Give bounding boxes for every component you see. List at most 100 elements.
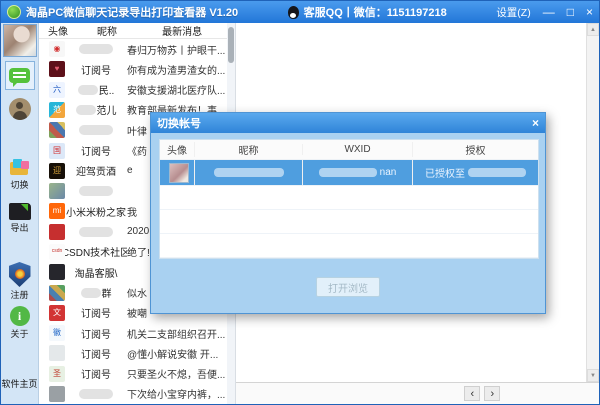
chat-avatar xyxy=(49,386,65,402)
col-auth: 授权 xyxy=(412,142,538,157)
user-avatar[interactable] xyxy=(3,24,37,57)
service-info: 客服QQ丨微信：1151197218 xyxy=(238,4,496,20)
about-info-icon: i xyxy=(10,306,30,326)
page-nav-bar: ‹ › xyxy=(236,382,599,404)
chat-nickname xyxy=(65,125,127,135)
next-page-button[interactable]: › xyxy=(484,386,500,401)
chat-nickname: 订阅号 xyxy=(65,326,127,341)
redacted-nickname xyxy=(79,389,113,399)
close-button[interactable]: × xyxy=(586,6,593,18)
sidebar: 切换 导出 注册 i 关于 软件主页 xyxy=(1,23,39,404)
service-contact-text: 客服QQ丨微信：1151197218 xyxy=(304,4,447,20)
list-item[interactable]: ◉ 春归万物苏丨护眼干... xyxy=(39,39,227,59)
settings-button[interactable]: 设置(Z) xyxy=(496,5,530,20)
redacted-nickname xyxy=(79,44,113,54)
chat-avatar: mi xyxy=(49,203,65,219)
redacted-nickname xyxy=(81,288,101,298)
list-item[interactable]: ♥订阅号你有成为渣男渣女的... xyxy=(39,59,227,79)
sidebar-item-register[interactable]: 注册 xyxy=(9,262,31,301)
qq-penguin-icon xyxy=(288,6,299,19)
list-item[interactable]: 徽订阅号机关二支部组织召开... xyxy=(39,323,227,343)
header-avatar: 头像 xyxy=(39,23,77,38)
maximize-button[interactable]: □ xyxy=(567,6,574,18)
chat-nickname xyxy=(65,186,127,196)
sidebar-item-label: 关于 xyxy=(10,327,28,340)
redacted-nickname xyxy=(76,105,96,115)
open-browse-button[interactable]: 打开浏览 xyxy=(316,277,380,297)
export-folder-icon xyxy=(9,203,31,220)
scrollbar-thumb[interactable] xyxy=(228,27,234,63)
titlebar: 淘晶PC微信聊天记录导出打印查看器 V1.20 客服QQ丨微信：11511972… xyxy=(1,1,599,23)
account-row-empty xyxy=(160,186,538,210)
chat-nickname: CSDN技术社区 xyxy=(65,244,127,259)
scroll-down-button[interactable]: ▼ xyxy=(587,369,599,382)
tab-chats[interactable] xyxy=(5,61,35,90)
app-logo-icon xyxy=(7,5,21,19)
chat-nickname: 订阅号 xyxy=(65,346,127,361)
chat-nickname xyxy=(65,44,127,54)
scroll-up-button[interactable]: ▲ xyxy=(587,23,599,36)
chat-avatar: 范 xyxy=(49,102,65,118)
sidebar-item-about[interactable]: i 关于 xyxy=(10,306,30,340)
switch-account-icon xyxy=(9,159,31,177)
software-home-link[interactable]: 软件主页 xyxy=(1,377,37,390)
chat-nickname: 民.. xyxy=(65,82,127,97)
list-item[interactable]: 下次给小宝穿内裤，... xyxy=(39,384,227,404)
chat-avatar xyxy=(49,183,65,199)
scrollbar-track[interactable] xyxy=(587,36,599,369)
content-scrollbar[interactable]: ▲ ▼ xyxy=(586,23,599,382)
tab-contacts[interactable] xyxy=(5,94,35,123)
chat-avatar xyxy=(49,345,65,361)
chat-avatar: ♥ xyxy=(49,61,65,77)
redacted-nickname xyxy=(79,227,113,237)
chat-avatar xyxy=(49,285,65,301)
app-title: 淘晶PC微信聊天记录导出打印查看器 V1.20 xyxy=(26,4,238,20)
chat-nickname: 范儿 xyxy=(65,102,127,117)
redacted-nickname xyxy=(79,125,113,135)
dialog-body: 头像 昵称 WXID 授权 nan 已授权至 打开浏览 xyxy=(151,133,545,313)
account-auth-status: 已授权至 xyxy=(412,160,538,185)
chat-nickname: 群 xyxy=(65,285,127,300)
chat-list-header: 头像 昵称 最新消息 xyxy=(39,23,227,39)
chat-nickname: 订阅号 xyxy=(65,143,127,158)
col-nickname: 昵称 xyxy=(194,142,302,157)
prev-page-button[interactable]: ‹ xyxy=(464,386,480,401)
chat-latest-message: 下次给小宝穿内裤，... xyxy=(127,386,227,401)
account-table: 头像 昵称 WXID 授权 nan 已授权至 xyxy=(159,139,539,259)
sidebar-item-label: 注册 xyxy=(10,288,28,301)
chat-avatar: csdn xyxy=(49,244,65,260)
chat-avatar: 六 xyxy=(49,82,65,98)
list-item[interactable]: 订阅号@懂小解说安徽 开... xyxy=(39,343,227,363)
account-table-header: 头像 昵称 WXID 授权 xyxy=(160,140,538,160)
sidebar-item-export[interactable]: 导出 xyxy=(9,203,31,234)
chat-nickname: 小米米粉之家 xyxy=(65,204,127,219)
chat-avatar: ◉ xyxy=(49,41,65,57)
dialog-close-icon[interactable]: × xyxy=(532,116,539,130)
empty-account-rows xyxy=(160,186,538,258)
redacted-nickname xyxy=(78,85,98,95)
account-row-empty xyxy=(160,210,538,234)
chat-avatar xyxy=(49,224,65,240)
sidebar-item-switch[interactable]: 切换 xyxy=(9,159,31,191)
minimize-button[interactable]: — xyxy=(543,6,555,18)
account-row-selected[interactable]: nan 已授权至 xyxy=(160,160,538,186)
contacts-person-icon xyxy=(9,98,31,120)
chat-avatar: 圣 xyxy=(49,366,65,382)
chat-nickname: 迎驾贡酒 xyxy=(65,163,127,178)
account-wxid-redacted: nan xyxy=(302,160,412,185)
list-item[interactable]: 六民..安徽支援湖北医疗队... xyxy=(39,80,227,100)
chat-latest-message: 春归万物苏丨护眼干... xyxy=(127,42,227,57)
list-item[interactable]: 圣订阅号只要圣火不熄，吾便... xyxy=(39,364,227,384)
chat-latest-message: 你有成为渣男渣女的... xyxy=(127,62,227,77)
account-avatar xyxy=(169,163,189,183)
dialog-title: 切换帐号 xyxy=(157,115,201,131)
col-wxid: WXID xyxy=(302,144,412,155)
account-nickname-redacted xyxy=(194,160,302,185)
switch-account-dialog: 切换帐号 × 头像 昵称 WXID 授权 nan 已授权至 打开浏览 xyxy=(150,112,546,314)
chat-nickname: 淘晶客服\ xyxy=(65,265,127,280)
header-nickname: 昵称 xyxy=(77,23,137,38)
chat-nickname xyxy=(65,227,127,237)
account-row-empty xyxy=(160,234,538,258)
header-latest-message: 最新消息 xyxy=(137,23,227,38)
chat-avatar: 文 xyxy=(49,305,65,321)
